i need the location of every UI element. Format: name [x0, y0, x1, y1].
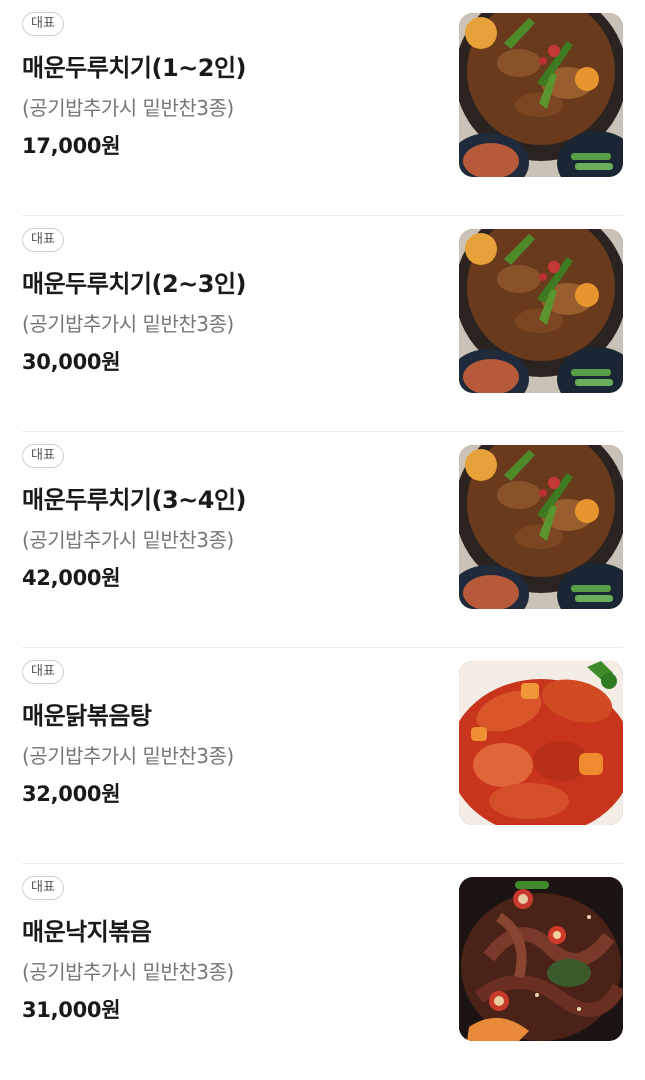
menu-item[interactable]: 대표 매운두루치기(3~4인) (공기밥추가시 밑반찬3종) 42,000원 — [22, 432, 623, 648]
signature-badge: 대표 — [22, 12, 64, 36]
menu-item-photo[interactable] — [459, 445, 623, 609]
menu-item-description: (공기밥추가시 밑반찬3종) — [22, 528, 234, 552]
nakji-photo — [459, 877, 623, 1041]
dakbokkeumtang-photo — [459, 661, 623, 825]
menu-item-photo[interactable] — [459, 13, 623, 177]
menu-item-description: (공기밥추가시 밑반찬3종) — [22, 744, 234, 768]
menu-item[interactable]: 대표 매운닭볶음탕 (공기밥추가시 밑반찬3종) 32,000원 — [22, 648, 623, 864]
menu-item-description: (공기밥추가시 밑반찬3종) — [22, 960, 234, 984]
duruchigi-photo — [459, 13, 623, 177]
menu-item-description: (공기밥추가시 밑반찬3종) — [22, 312, 234, 336]
menu-item[interactable]: 대표 매운낙지볶음 (공기밥추가시 밑반찬3종) 31,000원 — [22, 864, 623, 1080]
signature-badge: 대표 — [22, 660, 64, 684]
signature-badge: 대표 — [22, 876, 64, 900]
duruchigi-photo — [459, 445, 623, 609]
duruchigi-photo — [459, 229, 623, 393]
menu-item-price: 17,000원 — [22, 134, 121, 158]
menu-item-price: 30,000원 — [22, 350, 121, 374]
menu-item-price: 42,000원 — [22, 566, 121, 590]
menu-item[interactable]: 대표 매운두루치기(1~2인) (공기밥추가시 밑반찬3종) 17,000원 — [22, 0, 623, 216]
menu-item-photo[interactable] — [459, 877, 623, 1041]
menu-item-price: 32,000원 — [22, 782, 121, 806]
menu-item-price: 31,000원 — [22, 998, 121, 1022]
menu-item-name: 매운낙지볶음 — [22, 918, 152, 946]
menu-item-description: (공기밥추가시 밑반찬3종) — [22, 96, 234, 120]
menu-item-name: 매운두루치기(3~4인) — [22, 486, 247, 514]
signature-badge: 대표 — [22, 444, 64, 468]
signature-badge: 대표 — [22, 228, 64, 252]
menu-item-name: 매운두루치기(2~3인) — [22, 270, 247, 298]
menu-item-photo[interactable] — [459, 229, 623, 393]
menu-item[interactable]: 대표 매운두루치기(2~3인) (공기밥추가시 밑반찬3종) 30,000원 — [22, 216, 623, 432]
menu-item-name: 매운닭볶음탕 — [22, 702, 152, 730]
menu-list: 대표 매운두루치기(1~2인) (공기밥추가시 밑반찬3종) 17,000원 대… — [0, 0, 645, 1080]
menu-item-name: 매운두루치기(1~2인) — [22, 54, 247, 82]
menu-item-photo[interactable] — [459, 661, 623, 825]
